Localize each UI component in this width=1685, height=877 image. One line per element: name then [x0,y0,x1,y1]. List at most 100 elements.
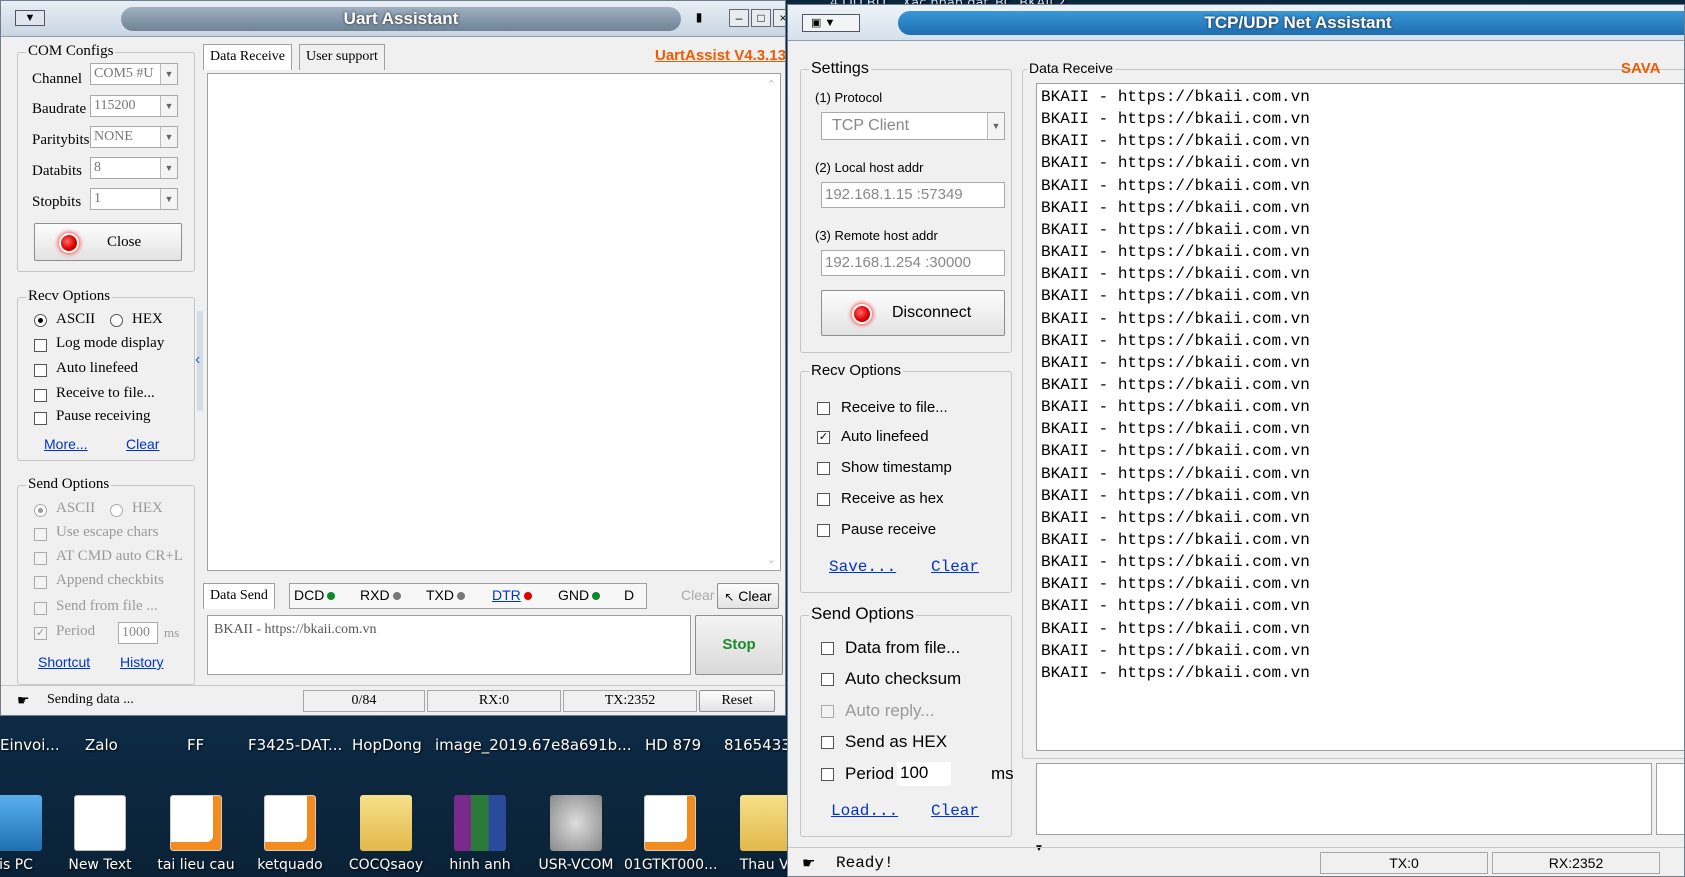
uart-status-text: Sending data ... [47,692,134,707]
tab-data-send[interactable]: Data Send [203,583,275,609]
save-tag[interactable]: SAVA [1621,60,1660,77]
auto-reply-checkbox[interactable] [821,705,834,718]
pause-receive-checkbox[interactable] [817,524,830,537]
data-from-file-checkbox[interactable] [821,642,834,655]
maximize-button[interactable]: □ [751,9,771,27]
reset-button[interactable]: Reset [699,690,775,712]
remote-host-input[interactable]: 192.168.1.254 :30000 [821,250,1005,276]
send-ascii-radio[interactable] [34,504,47,517]
scroll-up-icon[interactable]: ⌃ [767,78,776,91]
scroll-down-icon[interactable]: ⌄ [767,553,776,566]
baudrate-select[interactable]: 115200 ▼ [90,95,178,117]
desktop-icon[interactable]: hinh anh [434,795,526,873]
net-send-options-group: Send Options Data from file... Auto chec… [800,604,1014,837]
net-auto-linefeed-checkbox[interactable]: ✓ [817,431,830,444]
minimize-button[interactable]: – [729,9,749,27]
app-menu-icon[interactable]: ▼ [15,10,45,26]
desktop-icon[interactable]: tai lieu cau [150,795,242,873]
net-period-input[interactable]: 100 [897,762,951,786]
net-period-label: Period [845,764,895,783]
period-input[interactable]: 1000 [118,622,158,644]
net-recv-options-label: Recv Options [809,362,904,379]
pin-dtr[interactable]: DTR [492,587,532,603]
net-send-clear-link[interactable]: Clear [931,802,979,820]
net-period-checkbox[interactable] [821,768,834,781]
pin-gnd[interactable]: GND [558,587,601,603]
tab-data-receive[interactable]: Data Receive [203,44,293,70]
save-link[interactable]: Save... [829,558,896,576]
pause-receiving-checkbox[interactable] [34,412,47,425]
uart-receive-area[interactable]: ⌃ ⌄ [207,73,781,571]
desktop-label[interactable]: 67e8a691b... [532,736,632,754]
received-line: BKAII - https://bkaii.com.vn [1041,597,1310,616]
chevron-down-icon: ▼ [160,96,177,116]
desktop-icon[interactable]: New Text [54,795,146,873]
desktop-icon[interactable]: 01GTKT000... [624,795,717,873]
local-host-input[interactable]: 192.168.1.15 :57349 [821,182,1005,208]
desktop-label[interactable]: HD 879 [645,736,701,754]
uart-auto-linefeed-checkbox[interactable] [34,364,47,377]
pin-txd[interactable]: TXD [426,587,465,603]
send-hex-radio[interactable] [110,504,123,517]
paritybits-select[interactable]: NONE ▼ [90,126,178,148]
close-port-button[interactable]: Close [34,223,182,261]
pin-d[interactable]: D [624,587,634,603]
auto-checksum-checkbox[interactable] [821,673,834,686]
send-from-file-checkbox[interactable] [34,602,47,615]
disconnect-button[interactable]: Disconnect [821,290,1005,336]
desktop-label[interactable]: Zalo [85,736,118,754]
net-title-bar[interactable]: ▣ ▼ TCP/UDP Net Assistant [788,5,1684,41]
load-link[interactable]: Load... [831,802,898,820]
pin-dcd[interactable]: DCD [294,587,336,603]
close-window-button[interactable]: × [773,9,785,27]
channel-select[interactable]: COM5 #U ▼ [90,63,178,85]
shortcut-link[interactable]: Shortcut [38,654,90,670]
desktop-icon[interactable]: is PC [0,795,62,873]
send-input[interactable]: BKAII - https://bkaii.com.vn [207,615,691,675]
net-rx-count: RX:2352 [1492,852,1660,874]
desktop-label[interactable]: HopDong [352,736,422,754]
history-link[interactable]: History [120,654,164,670]
more-link[interactable]: More... [44,436,88,452]
net-app-menu-icon[interactable]: ▣ ▼ [802,14,860,32]
show-timestamp-checkbox[interactable] [817,462,830,475]
at-cmd-checkbox[interactable] [34,552,47,565]
send-as-hex-checkbox[interactable] [821,736,834,749]
desktop-label[interactable]: F3425-DAT... [248,736,342,754]
stop-button[interactable]: Stop [695,615,783,675]
net-send-side[interactable] [1656,763,1684,835]
received-line: BKAII - https://bkaii.com.vn [1041,464,1310,483]
append-checkbits-checkbox[interactable] [34,576,47,589]
net-recv-clear-link[interactable]: Clear [931,558,979,576]
uart-title-bar[interactable]: ▼ Uart Assistant ▮ – □ × [1,1,785,37]
hand-pointer-icon: ☛ [802,855,816,872]
receive-as-hex-checkbox[interactable] [817,493,830,506]
log-mode-checkbox[interactable] [34,339,47,352]
protocol-select[interactable]: TCP Client ▼ [821,112,1005,140]
net-receive-to-file-label: Receive to file... [841,399,948,416]
uart-recv-clear-link[interactable]: Clear [126,436,159,452]
tab-user-support[interactable]: User support [299,44,385,70]
desktop-icon[interactable]: USR-VCOM [530,795,622,873]
pin-icon[interactable]: ▮ [689,9,709,27]
net-receive-to-file-checkbox[interactable] [817,402,830,415]
clear-send-button[interactable]: ↖ Clear [717,583,779,609]
received-line: BKAII - https://bkaii.com.vn [1041,531,1310,549]
pin-rxd[interactable]: RXD [360,587,401,603]
desktop-label[interactable]: FF [187,736,204,754]
net-send-input[interactable] [1036,763,1652,835]
desktop-icon[interactable]: COCQsaoy [340,795,432,873]
desktop-icon[interactable]: ketquado [244,795,336,873]
received-line: BKAII - https://bkaii.com.vn [1041,398,1310,417]
recv-hex-radio[interactable] [110,314,123,327]
stopbits-select[interactable]: 1 ▼ [90,188,178,210]
chevron-left-icon[interactable]: ‹ [195,351,200,369]
escape-chars-checkbox[interactable] [34,528,47,541]
recv-ascii-radio[interactable] [34,314,47,327]
desktop-label[interactable]: Einvoi... [0,736,60,754]
period-checkbox[interactable]: ✓ [34,627,47,640]
desktop-label[interactable]: image_2019... [435,736,542,754]
databits-select[interactable]: 8 ▼ [90,157,178,179]
uart-receive-to-file-checkbox[interactable] [34,389,47,402]
net-receive-area[interactable]: BKAII - https://bkaii.com.vn BKAII - http… [1036,83,1684,751]
